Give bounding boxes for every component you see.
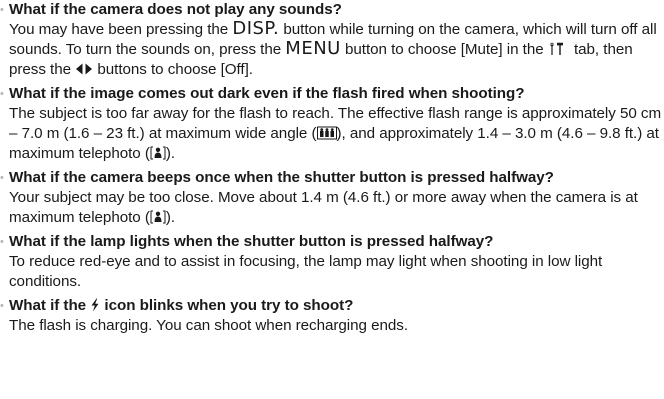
faq-answer: The subject is too far away for the flas… [9, 104, 664, 164]
telephoto-icon [150, 146, 166, 160]
bullet: • [0, 236, 4, 248]
faq-item-dark-image: • What if the image comes out dark even … [0, 84, 664, 164]
faq-item-flash-blinks: • What if the icon blinks when you try t… [0, 296, 664, 336]
bullet: • [0, 88, 4, 100]
left-right-arrows-icon [75, 62, 93, 76]
faq-answer: The flash is charging. You can shoot whe… [9, 317, 408, 334]
question-text: icon blinks when you try to shoot? [100, 297, 354, 314]
faq-question: What if the image comes out dark even if… [9, 85, 525, 102]
answer-text: Your subject may be too close. Move abou… [9, 189, 638, 226]
answer-text: ). [165, 209, 176, 226]
answer-text: You may have been pressing the [9, 21, 233, 38]
wide-angle-icon [316, 126, 337, 140]
answer-text: ). [165, 145, 176, 162]
faq-question: What if the camera does not play any sou… [9, 1, 342, 18]
bullet: • [0, 300, 4, 312]
faq-question: What if the icon blinks when you try to … [9, 296, 664, 316]
telephoto-icon [150, 210, 166, 224]
faq-answer: To reduce red-eye and to assist in focus… [9, 253, 603, 290]
wrench-hammer-tools-icon [548, 42, 570, 56]
question-text: What if the [9, 297, 91, 314]
faq-answer: Your subject may be too close. Move abou… [9, 188, 664, 228]
menu-button-label: MENU [285, 38, 341, 59]
faq-answer: You may have been pressing the DISP. but… [9, 20, 664, 80]
faq-list: • What if the camera does not play any s… [0, 0, 664, 336]
faq-question: What if the lamp lights when the shutter… [9, 233, 494, 250]
faq-question: What if the camera beeps once when the s… [9, 169, 554, 186]
faq-item-beeps-once: • What if the camera beeps once when the… [0, 168, 664, 228]
faq-item-lamp-lights: • What if the lamp lights when the shutt… [0, 232, 664, 292]
bullet: • [0, 4, 4, 16]
answer-text: button to choose [Mute] in the [340, 41, 548, 58]
answer-text: buttons to choose [Off]. [93, 61, 253, 78]
disp-button-label: DISP. [232, 18, 280, 39]
bullet: • [0, 172, 4, 184]
faq-item-no-sounds: • What if the camera does not play any s… [0, 0, 664, 80]
flash-icon [90, 298, 100, 312]
